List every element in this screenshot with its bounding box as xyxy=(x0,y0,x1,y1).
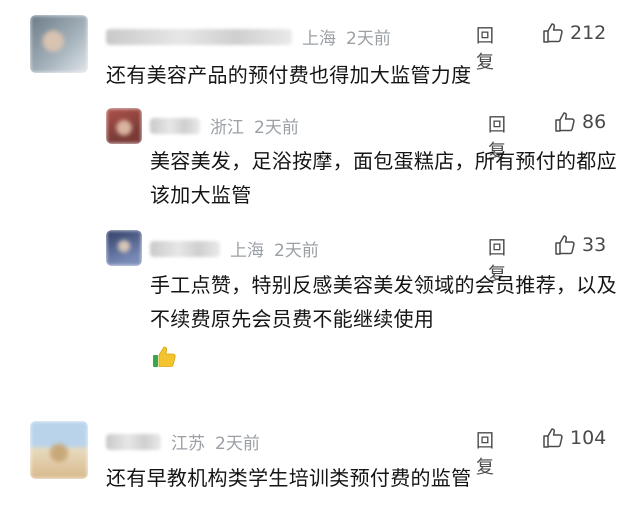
comment-meta: 浙江 2天前 xyxy=(150,113,299,138)
username[interactable] xyxy=(106,28,292,45)
like-count: 212 xyxy=(570,22,607,44)
comment-meta: 江苏 2天前 xyxy=(106,429,260,454)
comment-text: 美容美发，足浴按摩，面包蛋糕店，所有预付的都应该加大监管 xyxy=(150,149,617,207)
username[interactable] xyxy=(150,240,220,257)
thumbs-up-icon xyxy=(555,112,575,132)
username[interactable] xyxy=(106,433,161,450)
like-count: 33 xyxy=(582,234,607,256)
avatar[interactable] xyxy=(106,108,142,144)
location: 上海 xyxy=(230,241,264,261)
like-count: 86 xyxy=(582,111,607,133)
comment-text: 手工点赞，特别反感美容美发领域的会员推荐，以及不续费原先会员费不能继续使用 xyxy=(150,273,617,331)
like-button[interactable]: 33 xyxy=(553,233,606,257)
timestamp: 2天前 xyxy=(346,29,391,49)
avatar[interactable] xyxy=(106,230,142,266)
comment-text: 还有美容产品的预付费也得加大监管力度 xyxy=(106,63,472,87)
avatar[interactable] xyxy=(30,15,88,73)
timestamp: 2天前 xyxy=(254,118,299,138)
comment-meta: 上海 2天前 xyxy=(150,236,319,261)
like-button[interactable]: 212 xyxy=(541,21,606,45)
timestamp: 2天前 xyxy=(215,434,260,454)
avatar[interactable] xyxy=(30,421,88,479)
comment-meta: 上海 2天前 xyxy=(106,24,391,49)
thumbs-up-icon xyxy=(543,428,563,448)
username[interactable] xyxy=(150,117,200,134)
like-count: 104 xyxy=(570,427,607,449)
thumbs-up-icon xyxy=(555,235,575,255)
comment-text: 还有早教机构类学生培训类预付费的监管 xyxy=(106,466,472,490)
location: 上海 xyxy=(302,29,336,49)
location: 江苏 xyxy=(171,434,205,454)
like-button[interactable]: 104 xyxy=(541,426,606,450)
location: 浙江 xyxy=(210,118,244,138)
thumbs-up-icon xyxy=(543,23,563,43)
like-button[interactable]: 86 xyxy=(553,110,606,134)
thumbs-up-emoji-icon xyxy=(153,346,176,367)
timestamp: 2天前 xyxy=(274,241,319,261)
